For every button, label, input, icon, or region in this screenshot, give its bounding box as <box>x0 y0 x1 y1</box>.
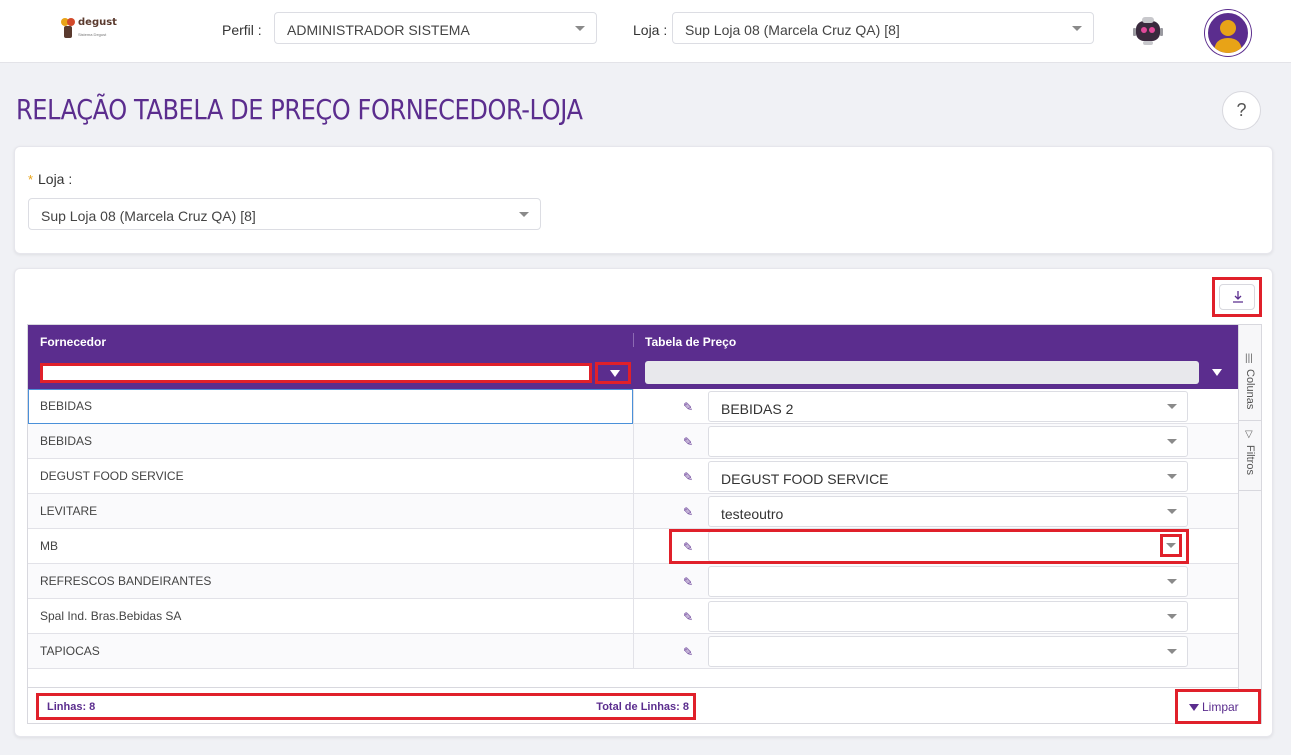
chevron-down-icon <box>1167 404 1177 409</box>
grid-footer: Linhas: 8 Total de Linhas: 8 <box>28 687 1238 723</box>
fornecedor-cell: DEGUST FOOD SERVICE <box>40 469 184 483</box>
logo-subtext: Sistema Degust <box>78 32 107 37</box>
edit-icon[interactable]: ✎ <box>683 435 693 449</box>
chevron-down-icon <box>1167 649 1177 654</box>
side-panel: ||| Colunas ▽ Filtros <box>1238 325 1261 723</box>
chevron-down-icon <box>1166 543 1176 548</box>
edit-icon[interactable]: ✎ <box>683 400 693 414</box>
chevron-down-icon <box>1167 509 1177 514</box>
table-row[interactable]: TAPIOCAS ✎ <box>28 634 1238 669</box>
fornecedor-filter-input[interactable] <box>40 363 592 383</box>
fornecedor-cell: Spal Ind. Bras.Bebidas SA <box>40 609 182 623</box>
perfil-label: Perfil : <box>222 22 262 38</box>
logo-mark-icon <box>61 18 75 38</box>
table-row[interactable]: LEVITARE ✎ testeoutro <box>28 494 1238 529</box>
filter-icon <box>610 370 620 377</box>
tabela-select[interactable] <box>708 566 1188 597</box>
row-count-panel: Linhas: 8 Total de Linhas: 8 <box>36 693 696 720</box>
fornecedor-cell: MB <box>40 539 58 553</box>
highlight-box <box>669 529 1189 564</box>
filter-loja-label: Loja : <box>38 171 73 187</box>
columns-tab[interactable]: ||| Colunas <box>1239 353 1261 421</box>
chevron-down-icon <box>575 26 585 31</box>
loja-select[interactable]: Sup Loja 08 (Marcela Cruz QA) [8] <box>672 12 1094 44</box>
edit-icon[interactable]: ✎ <box>683 505 693 519</box>
filter-loja-value: Sup Loja 08 (Marcela Cruz QA) [8] <box>41 208 256 224</box>
page-title: RELAÇÃO TABELA DE PREÇO FORNECEDOR-LOJA <box>16 93 583 126</box>
tabela-select[interactable] <box>708 601 1188 632</box>
edit-icon[interactable]: ✎ <box>683 610 693 624</box>
tabela-select[interactable]: BEBIDAS 2 <box>708 391 1188 422</box>
tabela-select[interactable] <box>708 636 1188 667</box>
edit-icon[interactable]: ✎ <box>683 645 693 659</box>
column-header-tabela[interactable]: Tabela de Preço <box>645 335 736 349</box>
data-grid: Fornecedor Tabela de Preço ||| Colunas ▽… <box>27 324 1262 724</box>
tabela-select[interactable] <box>708 426 1188 457</box>
tabela-filter-input[interactable] <box>645 361 1199 384</box>
tabela-select-value: BEBIDAS 2 <box>721 401 794 417</box>
focused-cell <box>28 389 633 424</box>
highlighted-dropdown-toggle[interactable] <box>1160 534 1182 557</box>
columns-icon: ||| <box>1245 353 1253 364</box>
top-bar: degust Sistema Degust Perfil : ADMINISTR… <box>0 0 1291 63</box>
clear-filters-label: Limpar <box>1202 700 1239 714</box>
tabela-filter-button[interactable] <box>1206 363 1228 383</box>
download-button[interactable] <box>1212 277 1262 317</box>
assistant-robot-icon[interactable] <box>1133 15 1163 47</box>
user-avatar[interactable] <box>1205 10 1251 56</box>
table-row[interactable]: BEBIDAS ✎ <box>28 424 1238 459</box>
tabela-select[interactable]: testeoutro <box>708 496 1188 527</box>
chevron-down-icon <box>1167 474 1177 479</box>
tabela-select-value: testeoutro <box>721 506 784 522</box>
grid-body: BEBIDAS ✎ BEBIDAS 2 BEBIDAS ✎ DEGUST FOOD SER… <box>28 389 1238 687</box>
fornecedor-cell: LEVITARE <box>40 504 98 518</box>
user-icon <box>1214 20 1242 53</box>
chevron-down-icon <box>1072 26 1082 31</box>
total-row-count: Total de Linhas: 8 <box>596 701 689 713</box>
fornecedor-cell: TAPIOCAS <box>40 644 100 658</box>
filter-icon: ▽ <box>1245 429 1253 440</box>
column-divider <box>633 333 634 347</box>
row-count: Linhas: 8 <box>47 701 96 713</box>
edit-icon[interactable]: ✎ <box>683 575 693 589</box>
required-mark: * <box>28 172 34 187</box>
help-button[interactable]: ? <box>1222 91 1261 130</box>
chevron-down-icon <box>1167 614 1177 619</box>
filter-icon <box>1189 704 1199 711</box>
degust-logo[interactable]: degust Sistema Degust <box>60 14 117 44</box>
tabela-select-value: DEGUST FOOD SERVICE <box>721 471 889 487</box>
logo-text: degust <box>78 17 117 28</box>
table-row[interactable]: DEGUST FOOD SERVICE ✎ DEGUST FOOD SERVICE <box>28 459 1238 494</box>
filters-tab[interactable]: ▽ Filtros <box>1239 425 1261 491</box>
download-icon <box>1233 291 1243 303</box>
clear-filters-button[interactable]: Limpar <box>1175 689 1261 724</box>
fornecedor-cell: REFRESCOS BANDEIRANTES <box>40 574 212 588</box>
chevron-down-icon <box>1167 579 1177 584</box>
table-row[interactable]: REFRESCOS BANDEIRANTES ✎ <box>28 564 1238 599</box>
edit-icon[interactable]: ✎ <box>683 470 693 484</box>
fornecedor-cell: BEBIDAS <box>40 434 93 448</box>
perfil-select[interactable]: ADMINISTRADOR SISTEMA <box>274 12 597 44</box>
fornecedor-filter-button[interactable] <box>595 362 631 384</box>
filter-card: * Loja : Sup Loja 08 (Marcela Cruz QA) [… <box>14 146 1273 254</box>
chevron-down-icon <box>1167 439 1177 444</box>
filter-loja-select[interactable]: Sup Loja 08 (Marcela Cruz QA) [8] <box>28 198 541 230</box>
grid-header: Fornecedor Tabela de Preço <box>28 325 1238 389</box>
grid-card: Fornecedor Tabela de Preço ||| Colunas ▽… <box>14 268 1273 737</box>
tabela-select[interactable]: DEGUST FOOD SERVICE <box>708 461 1188 492</box>
table-row[interactable]: BEBIDAS ✎ BEBIDAS 2 <box>28 389 1238 424</box>
table-row[interactable]: Spal Ind. Bras.Bebidas SA ✎ <box>28 599 1238 634</box>
filter-icon <box>1212 369 1222 376</box>
chevron-down-icon <box>519 212 529 217</box>
column-header-fornecedor[interactable]: Fornecedor <box>40 335 106 349</box>
loja-select-value: Sup Loja 08 (Marcela Cruz QA) [8] <box>685 22 900 38</box>
loja-label: Loja : <box>633 22 668 38</box>
perfil-select-value: ADMINISTRADOR SISTEMA <box>287 22 470 38</box>
